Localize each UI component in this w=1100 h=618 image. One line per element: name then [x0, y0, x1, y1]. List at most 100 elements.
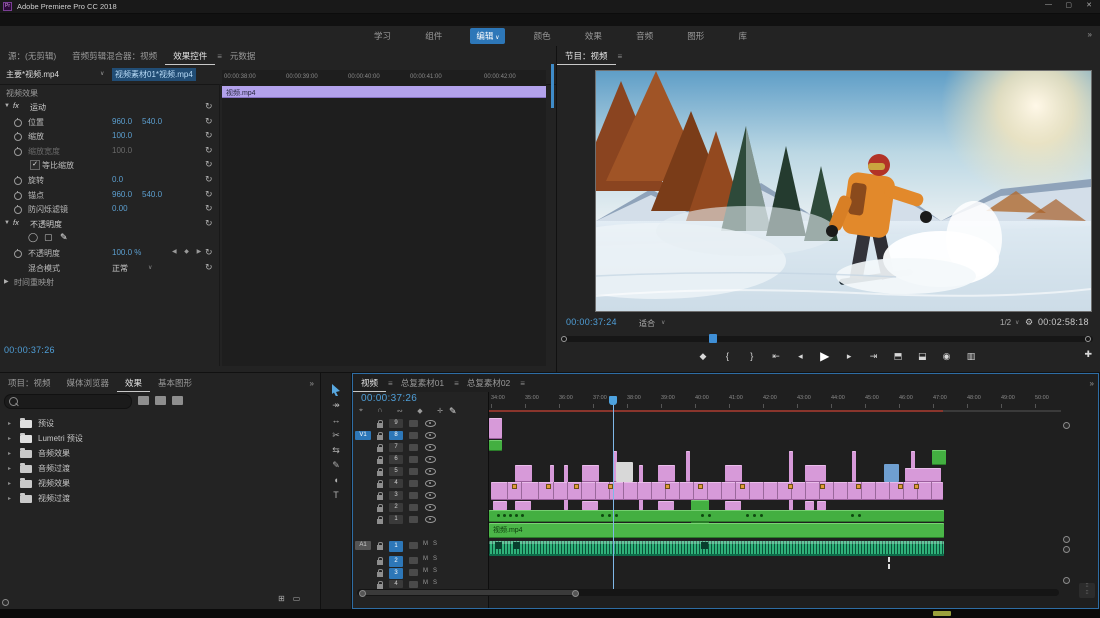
track-sync-lock-icon[interactable] — [409, 516, 418, 523]
track-target-toggle[interactable]: 6 — [389, 455, 403, 464]
collapse-triangle-icon[interactable]: ▼ — [4, 220, 10, 226]
minimize-button[interactable]: — — [1045, 1, 1052, 8]
workspace-tab-图形[interactable]: 图形 — [681, 28, 710, 44]
mute-track-button[interactable]: M — [423, 568, 428, 574]
stopwatch-icon[interactable] — [14, 119, 22, 127]
blend-mode-select[interactable]: 正常 — [112, 263, 128, 274]
track-sync-lock-icon[interactable] — [409, 504, 418, 511]
linked-selection-toggle[interactable]: ∾ — [397, 407, 403, 415]
track-target-toggle[interactable]: 1 — [389, 541, 403, 552]
track-output-eye-icon[interactable] — [425, 504, 436, 511]
close-button[interactable]: ✕ — [1086, 1, 1092, 9]
vscroll-knob[interactable] — [1063, 422, 1070, 429]
scrollbar-knob[interactable] — [2, 599, 9, 606]
track-output-eye-icon[interactable] — [425, 420, 436, 427]
timeline-clip[interactable]: 视频.mp4 — [489, 523, 944, 538]
track-lock-icon[interactable] — [377, 519, 383, 524]
timeline-clip[interactable] — [489, 510, 944, 522]
track-lock-icon[interactable] — [377, 507, 383, 512]
timeline-clip[interactable] — [905, 468, 941, 482]
track-output-eye-icon[interactable] — [425, 468, 436, 475]
tab-效果控件[interactable]: 效果控件 — [165, 48, 215, 65]
chevron-down-icon[interactable]: ∨ — [100, 70, 104, 77]
step-forward-button[interactable]: ▸ — [838, 351, 860, 362]
expand-triangle-icon[interactable]: ▸ — [8, 465, 11, 472]
maximize-button[interactable]: ▢ — [1065, 1, 1072, 9]
timeline-ruler[interactable]: 34:0035:0036:0037:0038:0039:0040:0041:00… — [489, 395, 1062, 408]
graphics-clip-sequence[interactable] — [491, 482, 943, 500]
program-video-frame[interactable] — [595, 70, 1092, 312]
timeline-clip[interactable] — [582, 465, 599, 482]
stopwatch-icon[interactable] — [14, 192, 22, 200]
vscroll-knob[interactable] — [1063, 546, 1070, 553]
track-target-toggle[interactable]: 4 — [389, 580, 403, 588]
scrollbar-thumb[interactable] — [551, 64, 554, 108]
timeline-clip[interactable] — [515, 465, 532, 482]
expand-triangle-icon[interactable]: ▸ — [8, 495, 11, 502]
param-value[interactable]: 0.00 — [112, 204, 128, 213]
new-bin-icon[interactable] — [172, 396, 183, 405]
mute-track-button[interactable]: M — [423, 556, 428, 562]
nest-toggle[interactable]: ⌖ — [359, 407, 363, 415]
mute-track-button[interactable]: M — [423, 541, 428, 547]
track-sync-lock-icon[interactable] — [409, 432, 418, 439]
pen-mask-icon[interactable]: ✎ — [60, 232, 68, 243]
tab-效果[interactable]: 效果 — [117, 375, 150, 392]
reset-parameter-icon[interactable]: ↻ — [205, 262, 213, 273]
track-target-toggle[interactable]: 5 — [389, 467, 403, 476]
reset-parameter-icon[interactable]: ↻ — [205, 101, 213, 112]
reset-parameter-icon[interactable]: ↻ — [205, 145, 213, 156]
workspace-tab-音频[interactable]: 音频 — [630, 28, 659, 44]
param-value[interactable]: 960.0 — [112, 117, 132, 126]
delete-button[interactable]: ▭ — [293, 594, 301, 603]
reset-parameter-icon[interactable]: ↻ — [205, 218, 213, 229]
track-lock-icon[interactable] — [377, 435, 383, 440]
new-custom-bin-button[interactable]: ⊞ — [278, 594, 285, 603]
timeline-clip[interactable] — [686, 451, 690, 482]
track-sync-lock-icon[interactable] — [409, 480, 418, 487]
track-target-toggle[interactable]: 4 — [389, 479, 403, 488]
tab-源：(无剪辑)[interactable]: 源：(无剪辑) — [0, 48, 64, 64]
comparison-view-button[interactable]: ▥ — [960, 351, 982, 362]
effects-search-input[interactable] — [4, 394, 132, 409]
type-tool[interactable]: T — [321, 488, 351, 502]
solo-track-button[interactable]: S — [433, 580, 437, 586]
add-marker-button[interactable]: ◆ — [417, 407, 422, 415]
taskbar-item[interactable] — [933, 611, 951, 616]
reset-parameter-icon[interactable]: ↻ — [205, 189, 213, 200]
panel-menu-icon[interactable]: ≡ — [520, 379, 525, 388]
track-output-eye-icon[interactable] — [425, 516, 436, 523]
param-value[interactable]: 540.0 — [142, 117, 162, 126]
track-lock-icon[interactable] — [377, 572, 383, 577]
track-target-toggle[interactable]: 3 — [389, 568, 403, 579]
timeline-clip[interactable] — [616, 462, 633, 482]
stopwatch-icon[interactable] — [14, 206, 22, 214]
vscroll-knob[interactable] — [1063, 536, 1070, 543]
track-sync-lock-icon[interactable] — [409, 542, 418, 549]
param-value[interactable]: 960.0 — [112, 190, 132, 199]
sequence-tab-视频[interactable]: 视频 — [353, 375, 386, 392]
fx-badge-icon[interactable]: fx — [13, 218, 19, 227]
tab-基本图形[interactable]: 基本图形 — [150, 375, 200, 391]
param-value[interactable]: 540.0 — [142, 190, 162, 199]
workspace-tab-效果[interactable]: 效果 — [579, 28, 608, 44]
master-clip-ref[interactable]: 主要*视频.mp4 — [6, 69, 59, 80]
go-to-out-button[interactable]: ⇥ — [863, 351, 885, 362]
pen-tool[interactable]: ✎ — [321, 458, 351, 472]
uniform-scale-checkbox[interactable]: ✓ — [30, 160, 40, 170]
timeline-clip[interactable] — [884, 464, 899, 482]
tab-音频剪辑混合器：视频[interactable]: 音频剪辑混合器：视频 — [64, 48, 165, 64]
track-sync-lock-icon[interactable] — [409, 456, 418, 463]
mark-out-button[interactable]: } — [741, 351, 763, 361]
expand-triangle-icon[interactable]: ▶ — [4, 278, 9, 285]
stopwatch-icon[interactable] — [14, 133, 22, 141]
timeline-clip[interactable] — [789, 451, 793, 511]
folder-row-预设[interactable]: ▸预设 — [0, 416, 320, 431]
zoom-level-select[interactable]: 适合 — [639, 318, 655, 329]
hand-tool[interactable]: ◖ — [321, 473, 351, 487]
track-sync-lock-icon[interactable] — [409, 557, 418, 564]
expand-triangle-icon[interactable]: ▸ — [8, 435, 11, 442]
workspace-tab-库[interactable]: 库 — [732, 28, 753, 44]
track-sync-lock-icon[interactable] — [409, 581, 418, 588]
favorites-bin-icon[interactable] — [138, 396, 149, 405]
